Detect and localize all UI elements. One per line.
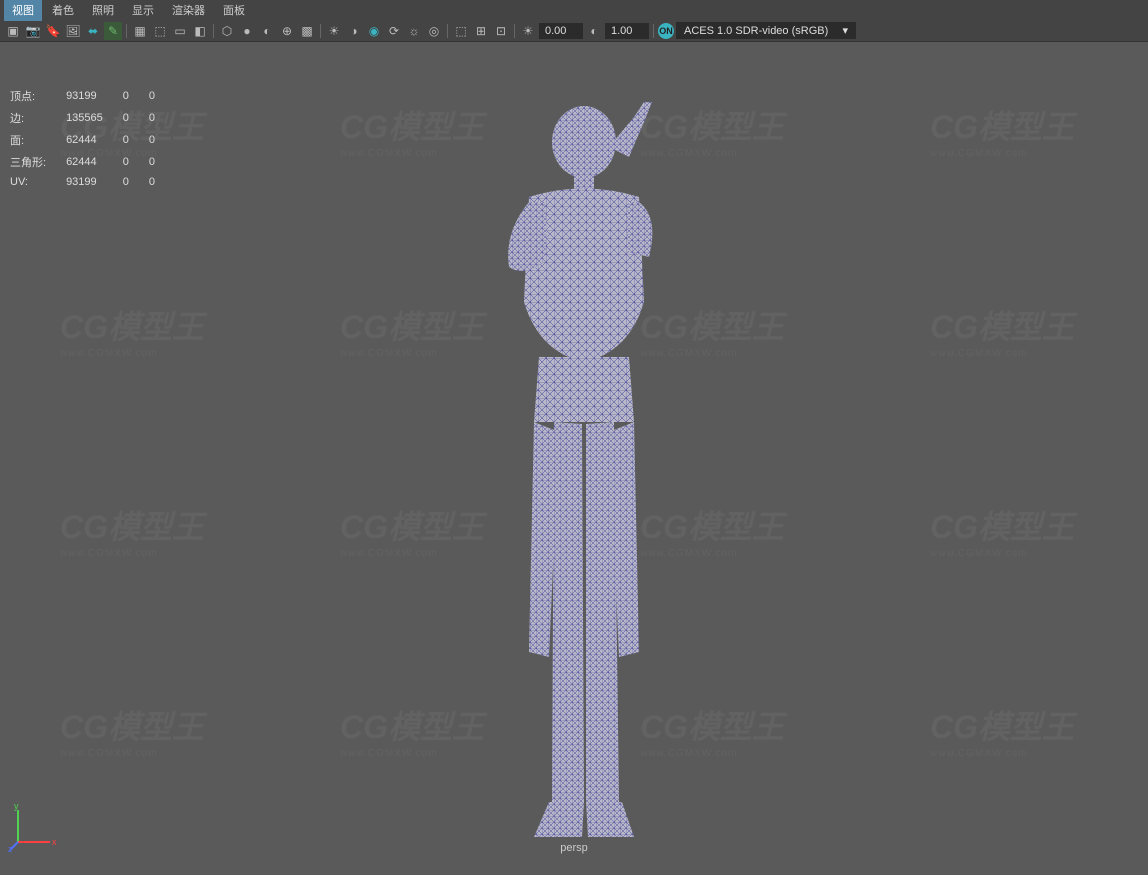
stat-value: 93199 bbox=[66, 86, 121, 106]
grease-pencil-icon[interactable]: ✎ bbox=[104, 22, 122, 40]
stat-value: 62444 bbox=[66, 130, 121, 150]
stat-value: 0 bbox=[123, 86, 147, 106]
gamma-icon[interactable]: ◐ bbox=[585, 22, 603, 40]
stat-value: 62444 bbox=[66, 152, 121, 172]
film-gate-icon[interactable]: ⬚ bbox=[151, 22, 169, 40]
camera-icon[interactable]: 📷 bbox=[24, 22, 42, 40]
use-default-material-icon[interactable]: ◐ bbox=[258, 22, 276, 40]
xray-icon[interactable]: ⊞ bbox=[472, 22, 490, 40]
stat-label: 顶点: bbox=[10, 86, 64, 106]
stat-value: 0 bbox=[149, 108, 173, 128]
2d-pan-icon[interactable]: ⬌ bbox=[84, 22, 102, 40]
color-management-toggle[interactable]: ON bbox=[658, 23, 674, 39]
dof-icon[interactable]: ◎ bbox=[425, 22, 443, 40]
stat-value: 0 bbox=[123, 130, 147, 150]
menu-shading[interactable]: 着色 bbox=[44, 0, 82, 21]
separator bbox=[653, 24, 654, 38]
separator bbox=[320, 24, 321, 38]
camera-name-label: persp bbox=[560, 842, 588, 854]
menu-lighting[interactable]: 照明 bbox=[84, 0, 122, 21]
menu-panels[interactable]: 面板 bbox=[215, 0, 253, 21]
stat-value: 0 bbox=[149, 130, 173, 150]
isolate-select-icon[interactable]: ⬚ bbox=[452, 22, 470, 40]
separator bbox=[447, 24, 448, 38]
stat-value: 0 bbox=[149, 86, 173, 106]
watermark: CG模型王www.CGMXW.com bbox=[930, 302, 1074, 359]
motion-blur-icon[interactable]: ⟳ bbox=[385, 22, 403, 40]
gamma-field[interactable] bbox=[605, 23, 649, 39]
stat-value: 0 bbox=[123, 108, 147, 128]
svg-text:y: y bbox=[14, 802, 19, 811]
character-mesh[interactable] bbox=[434, 102, 714, 872]
stat-label: UV: bbox=[10, 174, 64, 190]
gate-mask-icon[interactable]: ◧ bbox=[191, 22, 209, 40]
stat-row-faces: 面: 62444 0 0 bbox=[10, 130, 173, 150]
stat-row-verts: 顶点: 93199 0 0 bbox=[10, 86, 173, 106]
watermark: CG模型王www.CGMXW.com bbox=[60, 302, 204, 359]
watermark: CG模型王www.CGMXW.com bbox=[60, 502, 204, 559]
view-axis-gizmo[interactable]: y x z bbox=[8, 802, 58, 852]
grid-icon[interactable]: ▦ bbox=[131, 22, 149, 40]
stat-value: 0 bbox=[149, 152, 173, 172]
xray-joints-icon[interactable]: ⊡ bbox=[492, 22, 510, 40]
polycount-hud: 顶点: 93199 0 0 边: 135565 0 0 面: 62444 0 0… bbox=[8, 84, 175, 192]
resolution-gate-icon[interactable]: ▭ bbox=[171, 22, 189, 40]
select-camera-icon[interactable]: ▣ bbox=[4, 22, 22, 40]
menu-renderer[interactable]: 渲染器 bbox=[164, 0, 213, 21]
color-space-label: ACES 1.0 SDR-video (sRGB) bbox=[684, 25, 828, 37]
panel-toolbar: ▣ 📷 🔖 🖼 ⬌ ✎ ▦ ⬚ ▭ ◧ ⬡ ● ◐ ⊕ ▩ ☀ ◑ ◉ ⟳ ☼ … bbox=[0, 20, 1148, 42]
stat-label: 三角形: bbox=[10, 152, 64, 172]
panel-menubar: 视图 着色 照明 显示 渲染器 面板 bbox=[0, 0, 1148, 20]
stat-row-tris: 三角形: 62444 0 0 bbox=[10, 152, 173, 172]
separator bbox=[126, 24, 127, 38]
textured-icon[interactable]: ▩ bbox=[298, 22, 316, 40]
ambient-occlusion-icon[interactable]: ◉ bbox=[365, 22, 383, 40]
menu-show[interactable]: 显示 bbox=[124, 0, 162, 21]
svg-text:z: z bbox=[8, 844, 13, 852]
watermark: CG模型王www.CGMXW.com bbox=[930, 502, 1074, 559]
watermark: CG模型王www.CGMXW.com bbox=[930, 702, 1074, 759]
smooth-shade-icon[interactable]: ● bbox=[238, 22, 256, 40]
menu-view[interactable]: 视图 bbox=[4, 0, 42, 21]
shadows-icon[interactable]: ◑ bbox=[345, 22, 363, 40]
separator bbox=[514, 24, 515, 38]
wireframe-on-shaded-icon[interactable]: ⊕ bbox=[278, 22, 296, 40]
stat-value: 135565 bbox=[66, 108, 121, 128]
svg-text:x: x bbox=[52, 837, 57, 847]
viewport[interactable]: CG模型王www.CGMXW.com CG模型王www.CGMXW.com CG… bbox=[0, 42, 1148, 860]
stat-label: 边: bbox=[10, 108, 64, 128]
separator bbox=[213, 24, 214, 38]
watermark: CG模型王www.CGMXW.com bbox=[60, 702, 204, 759]
watermark: CG模型王www.CGMXW.com bbox=[930, 102, 1074, 159]
image-plane-icon[interactable]: 🖼 bbox=[64, 22, 82, 40]
stat-row-edges: 边: 135565 0 0 bbox=[10, 108, 173, 128]
use-all-lights-icon[interactable]: ☀ bbox=[325, 22, 343, 40]
stat-label: 面: bbox=[10, 130, 64, 150]
stat-value: 0 bbox=[123, 152, 147, 172]
chevron-down-icon: ▾ bbox=[842, 24, 848, 37]
color-space-dropdown[interactable]: ACES 1.0 SDR-video (sRGB) ▾ bbox=[676, 22, 856, 39]
stat-value: 93199 bbox=[66, 174, 121, 190]
exposure-field[interactable] bbox=[539, 23, 583, 39]
anti-aliasing-icon[interactable]: ☼ bbox=[405, 22, 423, 40]
exposure-icon[interactable]: ☀ bbox=[519, 22, 537, 40]
bookmark-icon[interactable]: 🔖 bbox=[44, 22, 62, 40]
stat-row-uvs: UV: 93199 0 0 bbox=[10, 174, 173, 190]
wireframe-icon[interactable]: ⬡ bbox=[218, 22, 236, 40]
stat-value: 0 bbox=[149, 174, 173, 190]
stat-value: 0 bbox=[123, 174, 147, 190]
